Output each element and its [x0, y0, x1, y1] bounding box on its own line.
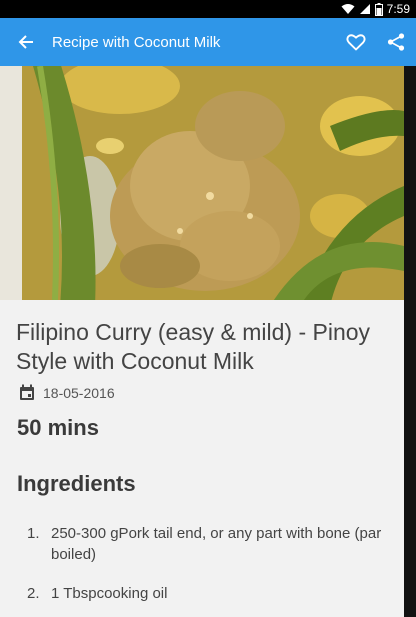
- favorite-button[interactable]: [336, 18, 376, 66]
- date-row: 18-05-2016: [19, 384, 404, 401]
- back-button[interactable]: [0, 18, 52, 66]
- recipe-content[interactable]: Filipino Curry (easy & mild) - Pinoy Sty…: [0, 66, 404, 617]
- ingredients-list: 1. 250-300 gPork tail end, or any part w…: [0, 523, 404, 604]
- recipe-date: 18-05-2016: [43, 384, 115, 401]
- wifi-icon: [341, 4, 355, 14]
- ingredient-text: 250-300 gPork tail end, or any part with…: [51, 525, 382, 563]
- share-icon: [387, 33, 405, 51]
- signal-icon: [359, 4, 370, 14]
- app-bar-title: Recipe with Coconut Milk: [52, 33, 221, 51]
- recipe-title: Filipino Curry (easy & mild) - Pinoy Sty…: [16, 319, 371, 374]
- recipe-duration: 50 mins: [17, 415, 99, 440]
- app-bar: Recipe with Coconut Milk: [0, 18, 416, 66]
- screen-edge: [404, 66, 416, 617]
- ingredients-heading: Ingredients: [17, 471, 136, 496]
- recipe-photo: [0, 66, 404, 300]
- list-item: 1. 250-300 gPork tail end, or any part w…: [0, 523, 404, 565]
- list-item: 2. 1 Tbspcooking oil: [0, 583, 404, 604]
- ingredient-text: 1 Tbspcooking oil: [51, 585, 168, 602]
- heart-outline-icon: [346, 34, 366, 51]
- status-time: 7:59: [386, 2, 410, 16]
- battery-icon: [374, 2, 383, 16]
- status-bar: 7:59: [0, 0, 416, 18]
- share-button[interactable]: [376, 18, 416, 66]
- ingredient-number: 1.: [27, 525, 40, 542]
- calendar-icon: [20, 384, 34, 400]
- arrow-back-icon: [18, 35, 33, 49]
- ingredient-number: 2.: [27, 585, 40, 602]
